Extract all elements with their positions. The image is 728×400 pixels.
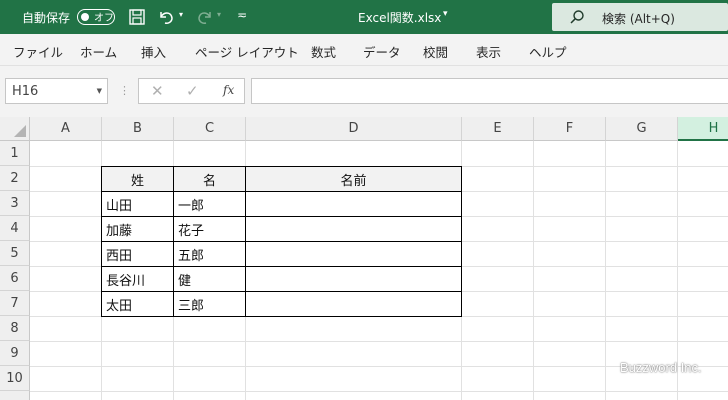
watermark: Buzzword Inc. <box>620 360 702 375</box>
redo-icon <box>198 12 211 24</box>
undo-dropdown-icon[interactable]: ▾ <box>179 10 183 19</box>
column-header-b[interactable]: B <box>102 117 174 141</box>
table-border <box>101 216 462 217</box>
undo-icon[interactable] <box>157 8 175 26</box>
toggle-knob <box>81 12 89 21</box>
table-header-last-name[interactable]: 姓 <box>102 170 173 189</box>
tab-file[interactable]: ファイル <box>13 42 63 61</box>
gridline <box>30 391 728 392</box>
row-header-8[interactable]: 8 <box>0 316 30 341</box>
row-header-11[interactable] <box>0 391 30 400</box>
table-border <box>461 166 462 317</box>
row-header-5[interactable]: 5 <box>0 241 30 266</box>
formula-input[interactable] <box>251 78 728 104</box>
cell-last-name[interactable]: 山田 <box>102 195 132 214</box>
table-border <box>101 166 462 167</box>
table-border <box>101 291 462 292</box>
row-header-7[interactable]: 7 <box>0 291 30 316</box>
select-all-icon <box>14 125 26 137</box>
tab-home[interactable]: ホーム <box>80 42 117 61</box>
table-header-full-name[interactable]: 名前 <box>246 170 461 189</box>
name-box-chevron-down-icon[interactable]: ▼ <box>97 87 102 95</box>
row-header-9[interactable]: 9 <box>0 341 30 366</box>
title-chevron-down-icon[interactable]: ▾ <box>443 9 448 19</box>
cell-first-name[interactable]: 花子 <box>174 220 204 239</box>
tab-page-layout[interactable]: ページ レイアウト <box>195 42 299 61</box>
autosave-toggle-state: オフ <box>94 13 114 24</box>
table-border <box>101 241 462 242</box>
table-header-first-name[interactable]: 名 <box>174 170 245 189</box>
column-header-a[interactable]: A <box>30 117 102 141</box>
enter-icon[interactable]: ✓ <box>186 82 199 100</box>
cell-last-name[interactable]: 西田 <box>102 245 132 264</box>
search-box[interactable]: 検索 (Alt+Q) <box>552 3 728 31</box>
worksheet-grid[interactable]: A B C D E F G H 1 2 3 4 5 6 7 8 9 10 姓 名… <box>0 117 728 400</box>
tab-formulas[interactable]: 数式 <box>311 42 336 61</box>
cell-first-name[interactable]: 一郎 <box>174 195 204 214</box>
table-border <box>101 316 462 317</box>
name-box[interactable]: H16 ▼ <box>5 78 108 104</box>
search-placeholder: 検索 (Alt+Q) <box>602 12 675 26</box>
table-border <box>101 191 462 192</box>
customize-qat-icon[interactable]: ≂ <box>237 8 247 22</box>
formula-bar: H16 ▼ ⋮ ✕ ✓ fx <box>0 66 728 117</box>
column-header-e[interactable]: E <box>462 117 534 141</box>
formula-tools: ✕ ✓ fx <box>138 78 245 104</box>
column-header-h[interactable]: H <box>678 117 728 141</box>
search-icon <box>570 10 584 24</box>
cell-last-name[interactable]: 太田 <box>102 295 132 314</box>
autosave-label: 自動保存 <box>22 11 71 25</box>
formula-bar-grip-icon[interactable]: ⋮ <box>119 84 130 97</box>
column-header-c[interactable]: C <box>174 117 246 141</box>
gridline <box>533 141 534 400</box>
tab-view[interactable]: 表示 <box>476 42 501 61</box>
cell-last-name[interactable]: 長谷川 <box>102 270 145 289</box>
row-header-10[interactable]: 10 <box>0 366 30 391</box>
cancel-icon[interactable]: ✕ <box>151 82 164 100</box>
row-header-6[interactable]: 6 <box>0 266 30 291</box>
column-header-d[interactable]: D <box>246 117 462 141</box>
cell-first-name[interactable]: 五郎 <box>174 245 204 264</box>
row-header-4[interactable]: 4 <box>0 216 30 241</box>
gridline <box>30 341 728 342</box>
cell-last-name[interactable]: 加藤 <box>102 220 132 239</box>
autosave-toggle[interactable]: オフ <box>77 9 115 25</box>
table-border <box>101 266 462 267</box>
row-header-1[interactable]: 1 <box>0 141 30 166</box>
cell-first-name[interactable]: 三郎 <box>174 295 204 314</box>
tab-data[interactable]: データ <box>363 42 401 61</box>
row-header-3[interactable]: 3 <box>0 191 30 216</box>
title-bar: 自動保存 オフ ▾ ▾ ≂ Excel関数.xlsx ▾ 検索 (Alt+Q) <box>0 0 728 34</box>
gridline <box>605 141 606 400</box>
select-all-button[interactable] <box>0 117 30 141</box>
document-title[interactable]: Excel関数.xlsx <box>358 9 441 26</box>
redo-dropdown-icon: ▾ <box>217 10 222 19</box>
save-icon[interactable] <box>128 8 146 26</box>
column-header-f[interactable]: F <box>534 117 606 141</box>
column-header-g[interactable]: G <box>606 117 678 141</box>
insert-function-icon[interactable]: fx <box>223 83 234 97</box>
tab-insert[interactable]: 挿入 <box>141 42 166 61</box>
row-header-2[interactable]: 2 <box>0 166 30 191</box>
tab-review[interactable]: 校閲 <box>423 42 448 61</box>
cell-first-name[interactable]: 健 <box>174 270 191 289</box>
tab-help[interactable]: ヘルプ <box>529 42 567 61</box>
ribbon-tabs: ファイル ホーム 挿入 ページ レイアウト 数式 データ 校閲 表示 ヘルプ <box>0 34 728 66</box>
name-box-value: H16 <box>12 84 39 99</box>
